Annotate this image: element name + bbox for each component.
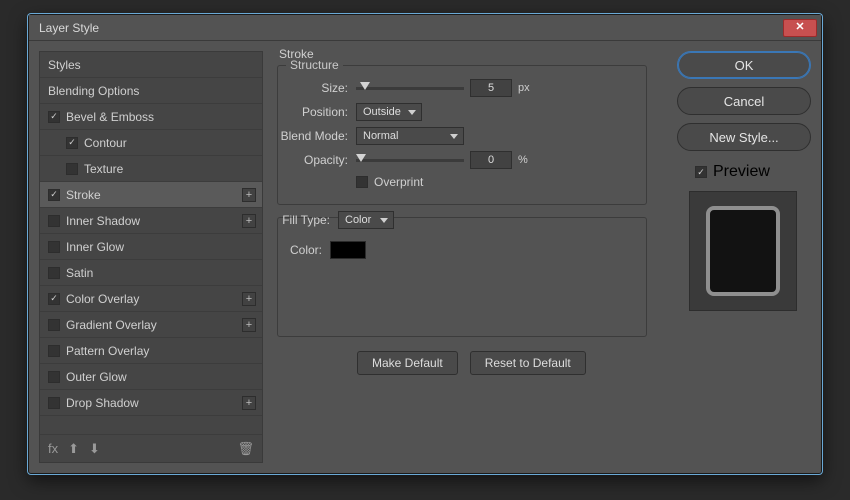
- sidebar-item-label: Satin: [66, 266, 93, 280]
- add-effect-icon[interactable]: +: [242, 396, 256, 410]
- structure-label: Structure: [286, 58, 343, 72]
- preview-label: Preview: [713, 163, 770, 181]
- opacity-slider-thumb[interactable]: [356, 154, 366, 162]
- preview-box: [689, 191, 797, 311]
- effect-checkbox[interactable]: [48, 267, 60, 279]
- sidebar-item-label: Gradient Overlay: [66, 318, 157, 332]
- sidebar-item-inner-glow[interactable]: Inner Glow: [40, 234, 262, 260]
- sidebar-item-drop-shadow[interactable]: Drop Shadow +: [40, 390, 262, 416]
- sidebar-item-label: Stroke: [66, 188, 101, 202]
- sidebar-item-stroke[interactable]: Stroke +: [40, 182, 262, 208]
- effect-checkbox[interactable]: [48, 111, 60, 123]
- titlebar: Layer Style ✕: [29, 15, 821, 41]
- structure-group: Structure Size: px Position: Outside Ble…: [277, 65, 647, 205]
- blendmode-dropdown[interactable]: Normal: [356, 127, 464, 145]
- sidebar-item-satin[interactable]: Satin: [40, 260, 262, 286]
- sidebar-item-label: Color Overlay: [66, 292, 139, 306]
- sidebar-item-label: Contour: [84, 136, 127, 150]
- effect-checkbox[interactable]: [48, 319, 60, 331]
- sidebar-item-label: Outer Glow: [66, 370, 127, 384]
- sidebar-item-label: Bevel & Emboss: [66, 110, 154, 124]
- preview-checkbox[interactable]: [695, 166, 707, 178]
- opacity-unit: %: [518, 154, 528, 166]
- effects-sidebar: Styles Blending Options Bevel & Emboss Cont…: [39, 51, 263, 463]
- sidebar-item-outer-glow[interactable]: Outer Glow: [40, 364, 262, 390]
- effect-checkbox[interactable]: [48, 293, 60, 305]
- sidebar-item-gradient-overlay[interactable]: Gradient Overlay +: [40, 312, 262, 338]
- opacity-label: Opacity:: [278, 153, 356, 167]
- sidebar-item-inner-shadow[interactable]: Inner Shadow +: [40, 208, 262, 234]
- effect-checkbox[interactable]: [48, 371, 60, 383]
- opacity-input[interactable]: [470, 151, 512, 169]
- sidebar-item-label: Blending Options: [48, 84, 139, 98]
- new-style-button[interactable]: New Style...: [677, 123, 811, 151]
- move-down-icon[interactable]: ⬇: [89, 441, 100, 457]
- size-slider[interactable]: [356, 87, 464, 90]
- overprint-label: Overprint: [374, 175, 423, 189]
- effect-checkbox[interactable]: [48, 345, 60, 357]
- dialog-buttons: OK Cancel New Style... Preview: [677, 51, 811, 463]
- layer-style-dialog: Layer Style ✕ Styles Blending Options Beve…: [28, 14, 822, 474]
- opacity-slider[interactable]: [356, 159, 464, 162]
- cancel-button[interactable]: Cancel: [677, 87, 811, 115]
- overprint-checkbox[interactable]: [356, 176, 368, 188]
- sidebar-item-texture[interactable]: Texture: [40, 156, 262, 182]
- sidebar-item-label: Texture: [84, 162, 123, 176]
- effect-checkbox[interactable]: [66, 163, 78, 175]
- sidebar-item-label: Drop Shadow: [66, 396, 139, 410]
- make-default-button[interactable]: Make Default: [357, 351, 458, 375]
- effect-checkbox[interactable]: [48, 215, 60, 227]
- stroke-panel: Stroke Structure Size: px Position: Outs…: [273, 51, 667, 463]
- sidebar-item-pattern-overlay[interactable]: Pattern Overlay: [40, 338, 262, 364]
- sidebar-item-label: Styles: [48, 58, 81, 72]
- position-dropdown[interactable]: Outside: [356, 103, 422, 121]
- sidebar-item-styles[interactable]: Styles: [40, 52, 262, 78]
- color-label: Color:: [278, 243, 330, 257]
- color-swatch[interactable]: [330, 241, 366, 259]
- preview-thumbnail: [706, 206, 780, 296]
- sidebar-item-bevel-emboss[interactable]: Bevel & Emboss: [40, 104, 262, 130]
- size-slider-thumb[interactable]: [360, 82, 370, 90]
- effect-checkbox[interactable]: [48, 241, 60, 253]
- ok-button[interactable]: OK: [677, 51, 811, 79]
- sidebar-item-contour[interactable]: Contour: [40, 130, 262, 156]
- reset-default-button[interactable]: Reset to Default: [470, 351, 586, 375]
- effect-checkbox[interactable]: [48, 189, 60, 201]
- blendmode-label: Blend Mode:: [278, 129, 356, 143]
- add-effect-icon[interactable]: +: [242, 292, 256, 306]
- effect-checkbox[interactable]: [66, 137, 78, 149]
- fx-icon[interactable]: fx: [48, 441, 58, 456]
- filltype-label: Fill Type:: [278, 213, 338, 227]
- add-effect-icon[interactable]: +: [242, 214, 256, 228]
- add-effect-icon[interactable]: +: [242, 188, 256, 202]
- sidebar-item-blending-options[interactable]: Blending Options: [40, 78, 262, 104]
- sidebar-item-color-overlay[interactable]: Color Overlay +: [40, 286, 262, 312]
- sidebar-item-label: Inner Shadow: [66, 214, 140, 228]
- size-unit: px: [518, 82, 530, 94]
- trash-icon[interactable]: 🗑: [237, 441, 254, 457]
- effect-checkbox[interactable]: [48, 397, 60, 409]
- filltype-dropdown[interactable]: Color: [338, 211, 394, 229]
- size-input[interactable]: [470, 79, 512, 97]
- sidebar-item-label: Pattern Overlay: [66, 344, 149, 358]
- window-title: Layer Style: [39, 21, 99, 35]
- close-button[interactable]: ✕: [783, 19, 817, 37]
- add-effect-icon[interactable]: +: [242, 318, 256, 332]
- position-label: Position:: [278, 105, 356, 119]
- sidebar-footer: fx ⬆ ⬇ 🗑: [40, 434, 262, 462]
- size-label: Size:: [278, 81, 356, 95]
- sidebar-item-label: Inner Glow: [66, 240, 124, 254]
- move-up-icon[interactable]: ⬆: [68, 441, 79, 457]
- fill-group: Fill Type: Color Color:: [277, 217, 647, 337]
